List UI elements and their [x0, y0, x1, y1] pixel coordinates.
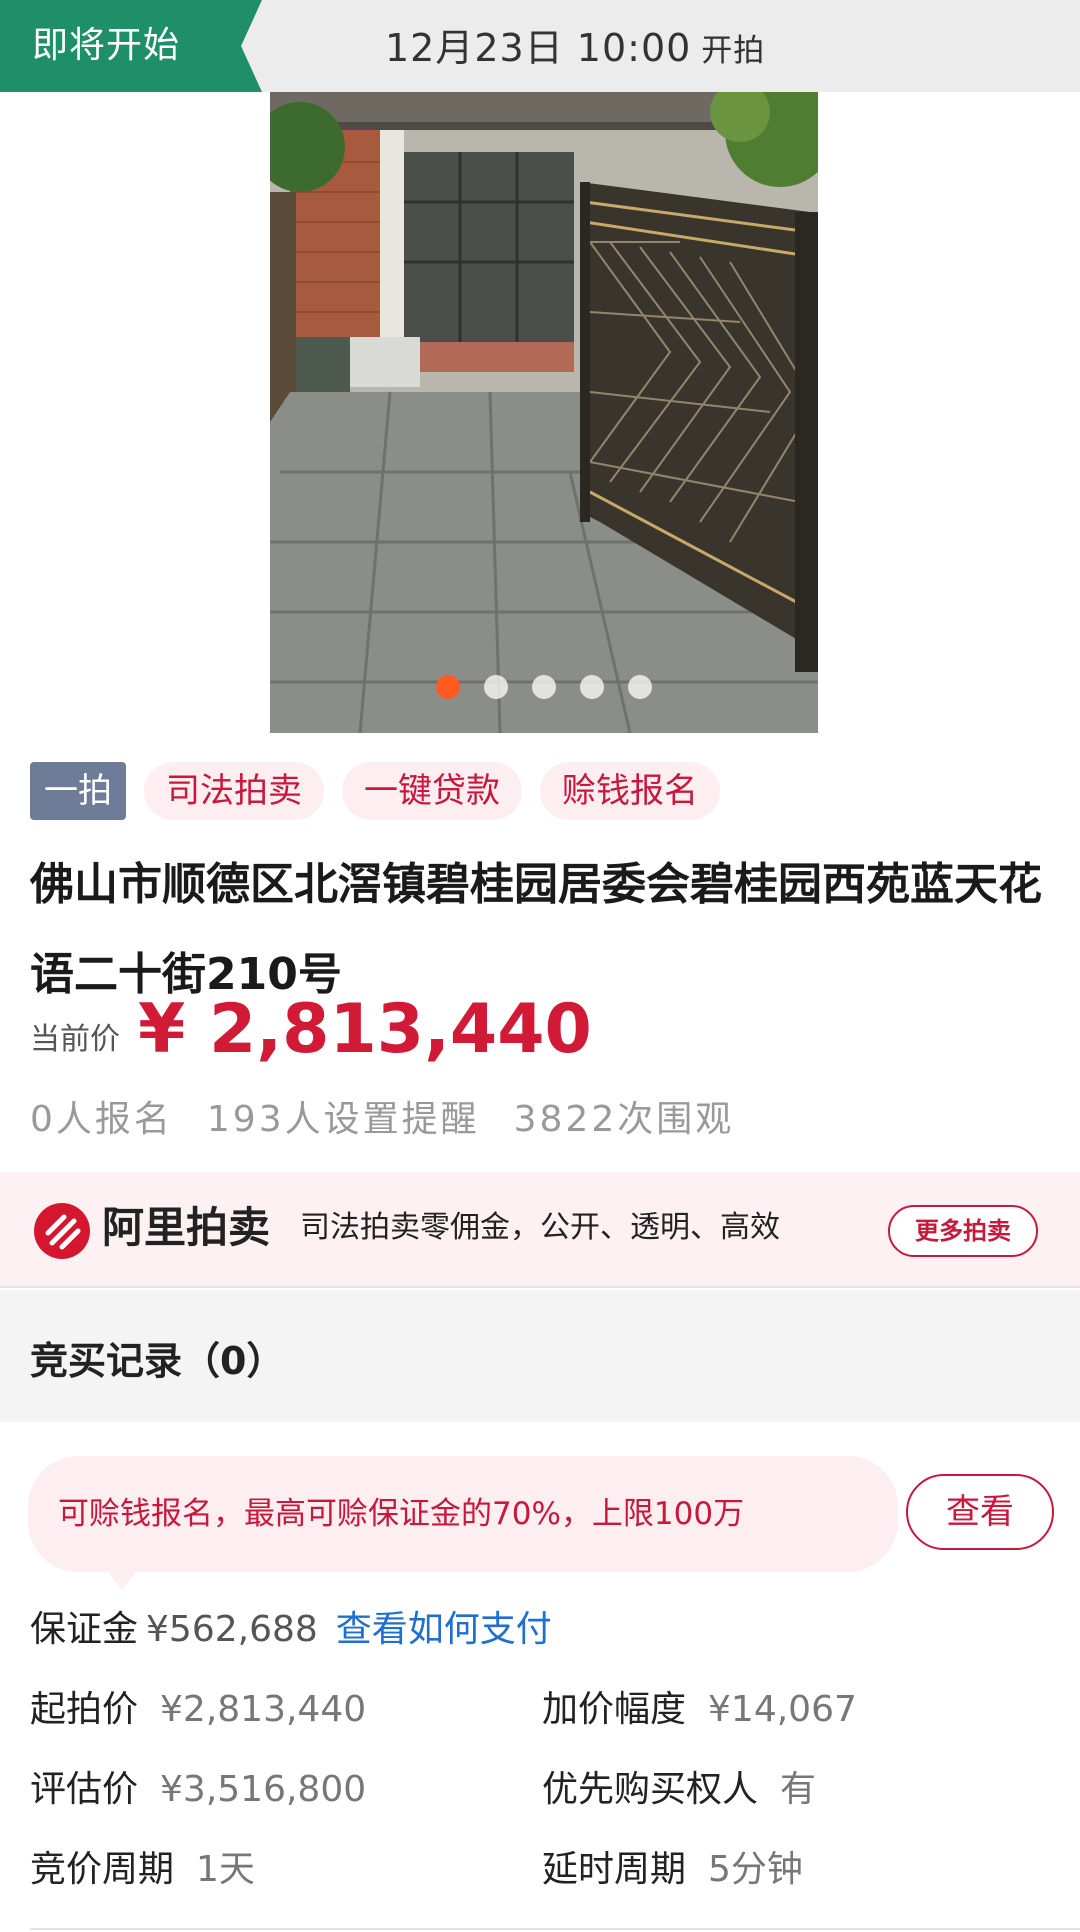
carousel-indicator: [270, 675, 818, 699]
extension-row: 延时周期 5分钟: [542, 1840, 803, 1900]
start-price-value: ¥2,813,440: [160, 1689, 367, 1730]
tag-credit-signup[interactable]: 赊钱报名: [540, 762, 720, 820]
priority-buyer-row: 优先购买权人有: [542, 1760, 816, 1820]
priority-buyer-label: 优先购买权人: [542, 1769, 759, 1810]
auction-stats: 0人报名 193人设置提醒 3822次围观: [30, 1090, 734, 1142]
tag-row: 一拍 司法拍卖 一键贷款 赊钱报名: [30, 762, 720, 820]
ali-auction-logo-icon: [34, 1203, 90, 1259]
increment-row: 加价幅度 ¥14,067: [542, 1680, 857, 1740]
extension-value: 5分钟: [708, 1849, 803, 1890]
deposit-label: 保证金: [30, 1609, 139, 1650]
credit-signup-notice: 可赊钱报名，最高可赊保证金的70%，上限100万: [28, 1456, 898, 1590]
ali-auction-slogan: 司法拍卖零佣金，公开、透明、高效: [300, 1210, 780, 1245]
more-auctions-button[interactable]: 更多拍卖: [888, 1205, 1038, 1257]
deposit-row: 保证金 ¥562,688 查看如何支付: [30, 1600, 552, 1660]
carousel-dot-4[interactable]: [580, 675, 604, 699]
property-photo-carousel[interactable]: [270, 92, 818, 733]
divider: [30, 1928, 1080, 1930]
extension-label: 延时周期: [542, 1849, 687, 1890]
reminder-count: 193人设置提醒: [206, 1099, 480, 1140]
deposit-value: ¥562,688: [146, 1609, 318, 1650]
current-price-label: 当前价: [30, 1022, 120, 1057]
priority-buyer-value: 有: [780, 1769, 817, 1810]
property-photo: [270, 92, 818, 733]
tag-judicial-auction: 司法拍卖: [144, 762, 324, 820]
current-price-value: ¥ 2,813,440: [138, 990, 592, 1069]
bid-cycle-value: 1天: [196, 1849, 255, 1890]
appraisal-label: 评估价: [30, 1769, 139, 1810]
increment-value: ¥14,067: [708, 1689, 857, 1730]
appraisal-value: ¥3,516,800: [160, 1769, 367, 1810]
start-price-row: 起拍价 ¥2,813,440: [30, 1680, 366, 1740]
carousel-dot-1[interactable]: [436, 675, 460, 699]
credit-signup-text: 可赊钱报名，最高可赊保证金的70%，上限100万: [58, 1496, 745, 1532]
carousel-dot-2[interactable]: [484, 675, 508, 699]
start-time-value: 12月23日 10:00: [385, 26, 692, 70]
increment-label: 加价幅度: [542, 1689, 687, 1730]
ali-auction-logo-text: 阿里拍卖: [102, 1203, 271, 1252]
auction-status-bar: 即将开始 12月23日 10:00 开拍: [0, 0, 1080, 92]
current-price: 当前价 ¥ 2,813,440: [30, 990, 592, 1070]
bid-record-section[interactable]: 竞买记录（0）: [0, 1290, 1080, 1422]
view-count: 3822次围观: [513, 1099, 735, 1140]
bid-cycle-row: 竞价周期 1天: [30, 1840, 255, 1900]
start-time-suffix: 开拍: [701, 33, 766, 69]
start-time: 12月23日 10:00 开拍: [385, 0, 765, 92]
bid-cycle-label: 竞价周期: [30, 1849, 175, 1890]
signup-count: 0人报名: [30, 1099, 173, 1140]
ali-auction-banner: 阿里拍卖 司法拍卖零佣金，公开、透明、高效 更多拍卖: [0, 1172, 1080, 1288]
appraisal-row: 评估价 ¥3,516,800: [30, 1760, 366, 1820]
tag-one-click-loan[interactable]: 一键贷款: [342, 762, 522, 820]
start-price-label: 起拍价: [30, 1689, 139, 1730]
how-to-pay-link[interactable]: 查看如何支付: [336, 1609, 552, 1650]
carousel-dot-5[interactable]: [628, 675, 652, 699]
bid-record-title: 竞买记录（0）: [30, 1339, 285, 1383]
round-badge: 一拍: [30, 762, 126, 820]
carousel-dot-3[interactable]: [532, 675, 556, 699]
status-badge: 即将开始: [0, 0, 262, 92]
view-credit-button[interactable]: 查看: [906, 1474, 1054, 1550]
